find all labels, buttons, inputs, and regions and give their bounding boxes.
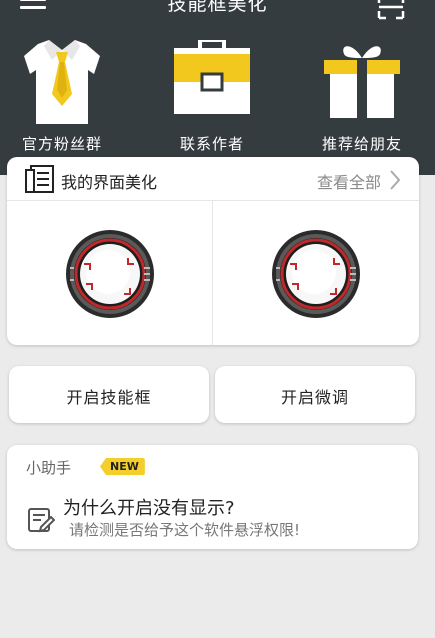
note-edit-icon — [28, 508, 55, 533]
helper-answer: 请检测是否给予这个软件悬浮权限! — [69, 521, 301, 539]
helper-title: 小助手 — [26, 459, 72, 477]
shirt-tie-icon — [24, 40, 100, 124]
scan-icon[interactable] — [377, 0, 405, 20]
gift-icon — [324, 46, 400, 118]
view-all-link[interactable]: 查看全部 — [317, 169, 381, 193]
enable-fine-tune-label: 开启微调 — [280, 388, 349, 407]
page-title: 技能框美化 — [167, 0, 268, 15]
helper-question: 为什么开启没有显示? — [63, 498, 235, 519]
book-icon — [25, 165, 54, 193]
my-skins-title: 我的界面美化 — [61, 173, 158, 192]
enable-skill-frame-label: 开启技能框 — [66, 388, 152, 407]
helper-card[interactable]: 小助手 NEW 为什么开启没有显示? 请检测是否给予这个软件悬浮权限! — [7, 445, 418, 549]
quick-action-label: 推荐给朋友 — [321, 135, 402, 153]
quick-action-contact-author[interactable]: 联系作者 — [152, 40, 272, 158]
quick-action-recommend[interactable]: 推荐给朋友 — [302, 40, 422, 158]
my-skins-card: 我的界面美化 查看全部 — [7, 157, 419, 345]
new-badge: NEW — [100, 458, 145, 475]
skin-item[interactable] — [7, 201, 213, 345]
skill-frame-skin-icon — [272, 230, 360, 318]
quick-action-label: 联系作者 — [179, 135, 244, 153]
enable-fine-tune-button[interactable]: 开启微调 — [215, 366, 415, 423]
enable-skill-frame-button[interactable]: 开启技能框 — [9, 366, 209, 423]
briefcase-icon — [174, 40, 250, 114]
top-bar: 技能框美化 — [0, 0, 435, 24]
quick-action-fan-group[interactable]: 官方粉丝群 — [2, 40, 122, 158]
my-skins-header: 我的界面美化 查看全部 — [7, 157, 419, 201]
skin-item[interactable] — [213, 201, 419, 345]
app-header: 技能框美化 官方粉丝群 联系作者 推荐给朋友 — [0, 0, 435, 175]
skill-frame-skin-icon — [66, 230, 154, 318]
quick-action-label: 官方粉丝群 — [21, 135, 102, 153]
chevron-right-icon[interactable] — [389, 169, 401, 191]
